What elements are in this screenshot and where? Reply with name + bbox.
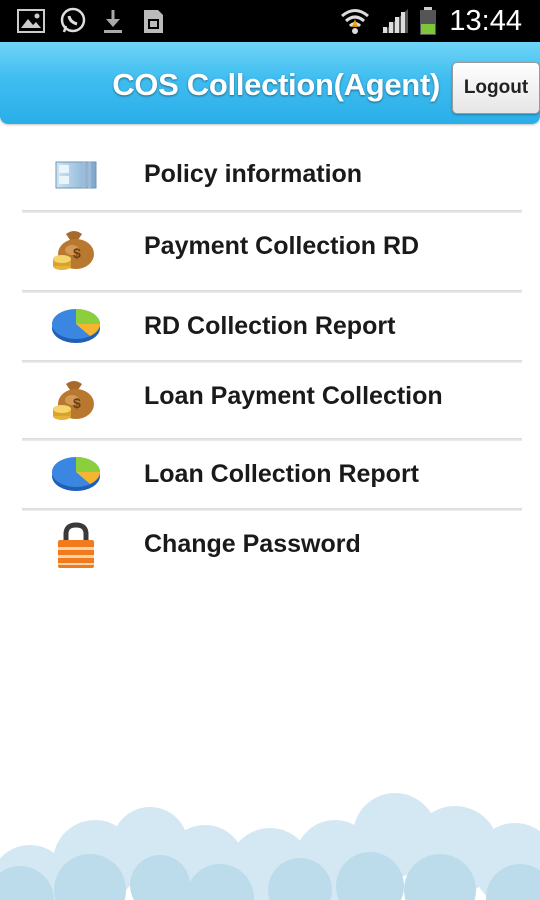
menu-item-label: RD Collection Report [144, 312, 396, 340]
pie-chart-icon [50, 448, 102, 496]
signal-icon [378, 0, 412, 42]
menu-item-label: Loan Payment Collection [144, 382, 443, 410]
main-menu: Policy information $ Payment Collection … [0, 138, 540, 584]
menu-item-loan-collection-report[interactable]: Loan Collection Report [0, 438, 540, 511]
logout-button[interactable]: Logout [452, 62, 540, 114]
menu-item-label: Loan Collection Report [144, 460, 419, 488]
app-header: COS Collection(Agent) Logout [0, 42, 540, 124]
clouds-decoration [0, 793, 540, 900]
menu-item-label: Change Password [144, 530, 361, 558]
wifi-icon [338, 0, 372, 42]
menu-item-loan-payment-collection[interactable]: $ Loan Payment Collection [0, 360, 540, 441]
lock-icon [50, 520, 102, 568]
menu-item-label: Payment Collection RD [144, 232, 420, 260]
svg-text:$: $ [73, 395, 81, 411]
policy-info-icon [50, 150, 102, 198]
sd-card-icon [138, 0, 168, 42]
menu-item-policy-information[interactable]: Policy information [0, 138, 540, 213]
download-icon [98, 0, 128, 42]
menu-item-change-password[interactable]: Change Password [0, 508, 540, 584]
whatsapp-icon [56, 0, 90, 42]
menu-item-rd-collection-report[interactable]: RD Collection Report [0, 290, 540, 363]
battery-icon [416, 0, 440, 42]
pie-chart-icon [50, 300, 102, 348]
svg-text:$: $ [73, 245, 81, 261]
menu-item-label: Policy information [144, 160, 363, 188]
menu-item-payment-collection-rd[interactable]: $ Payment Collection RD [0, 210, 540, 293]
money-bag-icon: $ [50, 376, 102, 424]
money-bag-icon: $ [50, 226, 102, 274]
app-title: COS Collection(Agent) [112, 67, 440, 102]
image-icon [14, 0, 48, 42]
clock-time: 13:44 [449, 5, 522, 37]
status-bar: 13:44 [0, 0, 540, 42]
